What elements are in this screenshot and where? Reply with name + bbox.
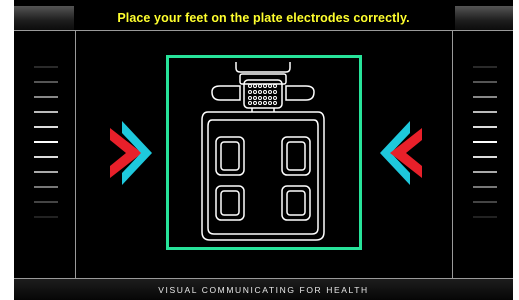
footer-text: VISUAL COMMUNICATING FOR HEALTH <box>158 284 369 295</box>
body-composition-scale-icon <box>201 62 325 241</box>
measurement-screen: Place your feet on the plate electrodes … <box>14 0 513 300</box>
footer-bar: VISUAL COMMUNICATING FOR HEALTH <box>14 279 513 300</box>
